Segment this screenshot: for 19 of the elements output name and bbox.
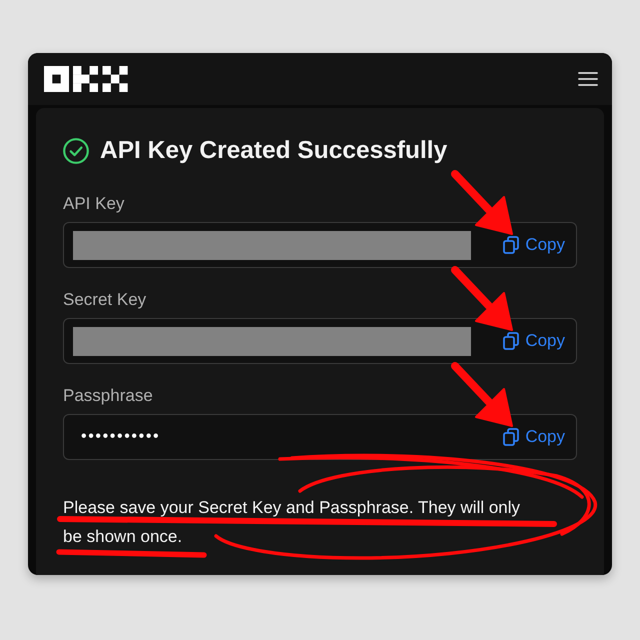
copy-icon [503,332,520,350]
copy-icon [503,428,520,446]
copy-button[interactable]: Copy [503,426,565,448]
field-label: API Key [63,193,126,215]
copy-button[interactable]: Copy [503,330,565,352]
copy-icon [503,236,520,254]
menu-icon [578,71,598,87]
page-title: API Key Created Successfully [100,136,448,166]
success-check-icon [63,138,89,164]
key-field[interactable]: Copy [63,318,577,364]
warning-text: Please save your Secret Key and Passphrase. They will only be shown once. [63,497,522,548]
field-label: Secret Key [63,289,148,311]
key-field[interactable]: ••••••••••• Copy [63,414,577,460]
logo-icon [44,66,128,92]
menu-button[interactable] [578,71,598,87]
field-label: Passphrase [63,385,154,407]
masked-value: ••••••••••• [80,428,160,446]
copy-button[interactable]: Copy [503,234,565,256]
key-field[interactable]: Copy [63,222,577,268]
